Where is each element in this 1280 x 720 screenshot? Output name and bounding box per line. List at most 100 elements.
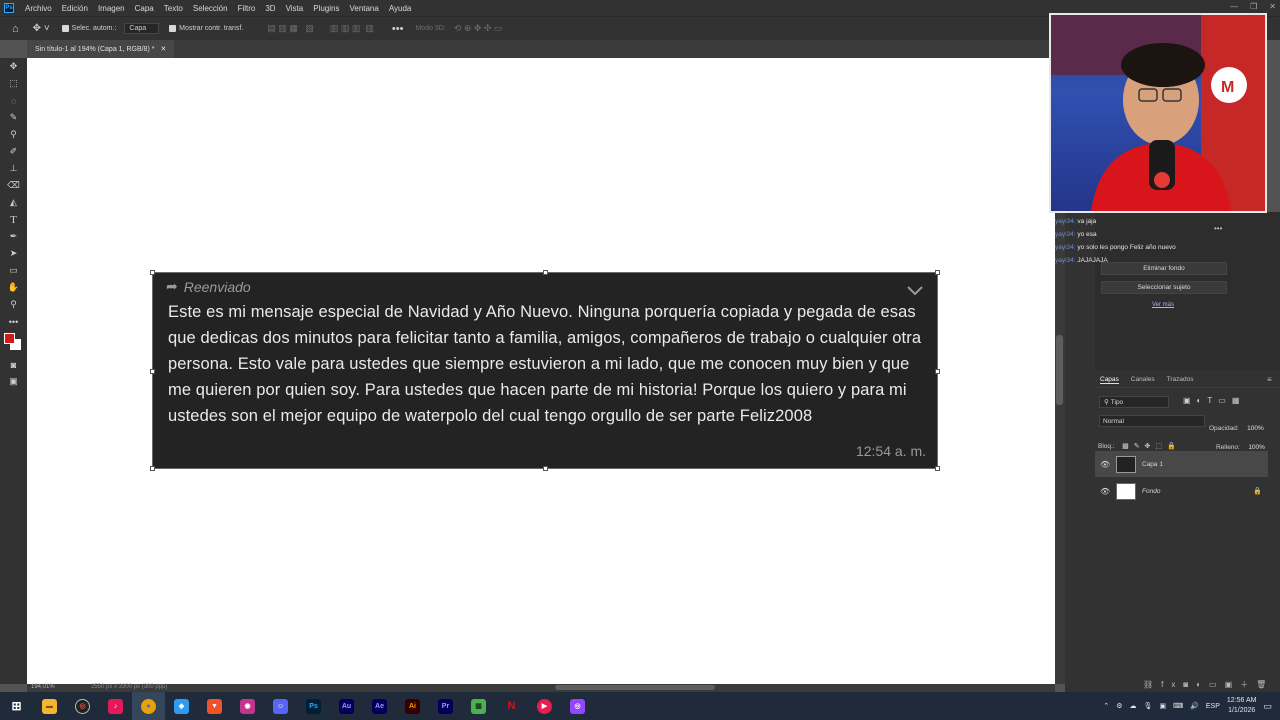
chevron-up-icon[interactable]: ⌃ — [1103, 702, 1109, 710]
clock[interactable]: 12:56 AM 1/1/2026 — [1227, 696, 1257, 716]
minecraft-icon[interactable]: ▦ — [462, 692, 495, 720]
menu-capa[interactable]: Capa — [130, 4, 159, 13]
settings-icon[interactable]: ⚙ — [1116, 702, 1122, 710]
language-indicator[interactable]: ESP — [1206, 703, 1220, 710]
transform-handle[interactable] — [935, 270, 940, 275]
home-icon[interactable]: ⌂ — [12, 23, 19, 35]
rectangle-tool-icon[interactable]: ▭ — [0, 262, 27, 279]
instagram-icon[interactable]: ◉ — [231, 692, 264, 720]
photoshop-taskbar-icon[interactable]: Ps — [297, 692, 330, 720]
visibility-eye-icon[interactable]: 👁 — [1100, 460, 1110, 469]
brave-icon[interactable]: ▼ — [198, 692, 231, 720]
discord-icon[interactable]: ☺ — [264, 692, 297, 720]
tiktok-icon[interactable]: ♪ — [99, 692, 132, 720]
volume-icon[interactable]: 🔊 — [1190, 702, 1199, 710]
menu-edicion[interactable]: Edición — [57, 4, 93, 13]
chrome-icon[interactable]: ● — [132, 692, 165, 720]
quick-select-tool-icon[interactable]: ✎ — [0, 109, 27, 126]
align-icons[interactable]: ▤ ▥ ▦ ▧ — [267, 23, 314, 34]
fill-value[interactable]: 100% — [1248, 444, 1265, 451]
select-subject-button[interactable]: Seleccionar sujeto — [1101, 281, 1227, 294]
menu-filtro[interactable]: Filtro — [233, 4, 261, 13]
color-swatches[interactable] — [0, 330, 27, 356]
close-icon[interactable]: ✕ — [1269, 2, 1276, 11]
notification-icon[interactable]: ▭ — [1263, 701, 1272, 712]
minimize-icon[interactable]: — — [1230, 2, 1238, 11]
horizontal-scrollbar[interactable] — [27, 684, 1055, 692]
see-more-link[interactable]: Ver más — [1152, 302, 1174, 308]
file-explorer-icon[interactable]: ▬ — [33, 692, 66, 720]
app-icon[interactable]: ◎ — [66, 692, 99, 720]
document-tab[interactable]: Sin título-1 al 194% (Capa 1, RGB/8) * ✕ — [27, 40, 175, 58]
foreground-color[interactable] — [4, 333, 15, 344]
netflix-icon[interactable]: N — [495, 692, 528, 720]
after-effects-taskbar-icon[interactable]: Ae — [363, 692, 396, 720]
transform-handle[interactable] — [150, 270, 155, 275]
app-purple-icon[interactable]: ◎ — [561, 692, 594, 720]
path-select-tool-icon[interactable]: ➤ — [0, 245, 27, 262]
visibility-eye-icon[interactable]: 👁 — [1100, 487, 1110, 496]
network-icon[interactable]: ⌨ — [1173, 702, 1183, 710]
more-options-icon[interactable]: ••• — [392, 23, 404, 35]
transform-handle[interactable] — [543, 466, 548, 471]
layer-footer-icons[interactable]: ⛓fx◙◐▭▣＋🗑 — [1143, 679, 1274, 690]
layer-row[interactable]: 👁 Capa 1 — [1095, 451, 1268, 477]
tab-canales[interactable]: Canales — [1131, 376, 1155, 383]
layer-row[interactable]: 👁 Fondo 🔒 — [1095, 478, 1268, 504]
media-player-icon[interactable]: ▶ — [528, 692, 561, 720]
transform-handle[interactable] — [150, 369, 155, 374]
eraser-tool-icon[interactable]: ⌫ — [0, 177, 27, 194]
layer-filter-icons[interactable]: ▣◐T▭▦ — [1183, 396, 1245, 405]
copilot-icon[interactable]: ◆ — [165, 692, 198, 720]
hand-tool-icon[interactable]: ✋ — [0, 279, 27, 296]
move-tool-icon[interactable]: ✥ — [0, 58, 27, 75]
transform-handle[interactable] — [935, 369, 940, 374]
marquee-tool-icon[interactable]: ⬚ — [0, 75, 27, 92]
menu-archivo[interactable]: Archivo — [20, 4, 57, 13]
more-tools-icon[interactable]: ••• — [0, 313, 27, 330]
move-tool-icon[interactable]: ✥ ˅ — [33, 23, 50, 34]
brush-tool-icon[interactable]: ✐ — [0, 143, 27, 160]
maximize-icon[interactable]: ❐ — [1250, 2, 1257, 11]
close-tab-icon[interactable]: ✕ — [160, 45, 166, 53]
opacity-control[interactable]: Opacidad: 100% — [1209, 417, 1264, 435]
zoom-level[interactable]: 194,01% — [31, 684, 55, 690]
microphone-icon[interactable]: 🎙 — [1144, 702, 1153, 710]
lasso-tool-icon[interactable]: ◌ — [0, 92, 27, 109]
lock-icons[interactable]: ▩✎✥⬚🔒 — [1122, 443, 1181, 450]
distribute-icons[interactable]: ▥ ▥ ▥ ▥ — [330, 23, 374, 34]
vertical-scroll-thumb[interactable] — [1056, 335, 1063, 405]
menu-vista[interactable]: Vista — [281, 4, 309, 13]
transform-handle[interactable] — [543, 270, 548, 275]
menu-plugins[interactable]: Plugins — [308, 4, 344, 13]
illustrator-taskbar-icon[interactable]: Ai — [396, 692, 429, 720]
auto-select-checkbox[interactable]: Selec. autom.: — [61, 25, 116, 32]
menu-seleccion[interactable]: Selección — [188, 4, 233, 13]
transform-handle[interactable] — [150, 466, 155, 471]
tab-capas[interactable]: Capas — [1100, 376, 1119, 384]
horizontal-scroll-thumb[interactable] — [555, 685, 715, 690]
audition-taskbar-icon[interactable]: Au — [330, 692, 363, 720]
layer-filter-dropdown[interactable]: ⚲ Tipo — [1099, 396, 1169, 408]
blend-mode-dropdown[interactable]: Normal — [1099, 415, 1205, 427]
opacity-value[interactable]: 100% — [1247, 425, 1264, 432]
menu-texto[interactable]: Texto — [159, 4, 188, 13]
transform-handle[interactable] — [935, 466, 940, 471]
transform-controls-checkbox[interactable]: Mostrar contr. transf. — [169, 25, 243, 32]
auto-select-dropdown[interactable]: Capa — [124, 23, 160, 34]
quick-mask-icon[interactable]: ◙ — [0, 356, 27, 373]
type-tool-icon[interactable]: T — [0, 211, 27, 228]
menu-ventana[interactable]: Ventana — [344, 4, 383, 13]
windows-start-icon[interactable]: ⊞ — [0, 692, 33, 720]
gradient-tool-icon[interactable]: ◭ — [0, 194, 27, 211]
stamp-tool-icon[interactable]: ⊥ — [0, 160, 27, 177]
pen-tool-icon[interactable]: ✒ — [0, 228, 27, 245]
menu-ayuda[interactable]: Ayuda — [384, 4, 417, 13]
menu-3d[interactable]: 3D — [260, 4, 280, 13]
menu-imagen[interactable]: Imagen — [93, 4, 130, 13]
eyedropper-tool-icon[interactable]: ⚲ — [0, 126, 27, 143]
layers-panel-menu-icon[interactable]: ≡ — [1267, 375, 1272, 384]
screen-mode-icon[interactable]: ▣ — [0, 373, 27, 390]
tab-trazados[interactable]: Trazados — [1167, 376, 1194, 383]
premiere-taskbar-icon[interactable]: Pr — [429, 692, 462, 720]
